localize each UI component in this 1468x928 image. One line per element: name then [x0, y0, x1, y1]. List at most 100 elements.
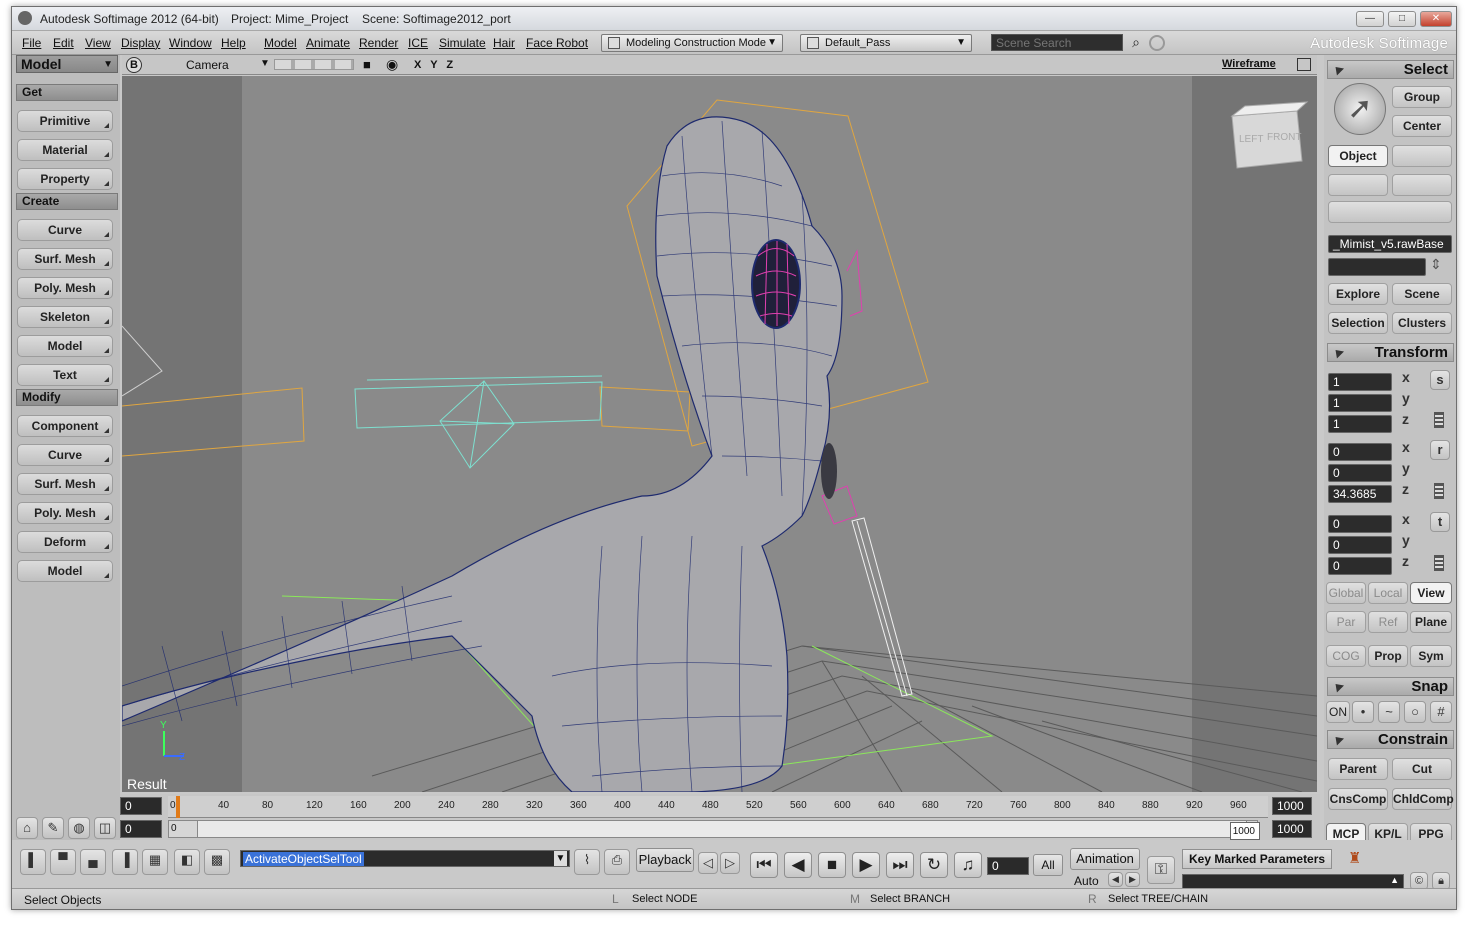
- object-name-field-2[interactable]: [1328, 258, 1426, 276]
- menu-simulate[interactable]: Simulate: [439, 36, 486, 50]
- select-blank-button[interactable]: [1392, 145, 1452, 167]
- selection-button[interactable]: Selection: [1328, 312, 1388, 334]
- clusters-button[interactable]: Clusters: [1392, 312, 1452, 334]
- current-frame-field[interactable]: 0: [987, 857, 1029, 875]
- animation-menu-button[interactable]: Animation: [1070, 848, 1140, 870]
- menu-view[interactable]: View: [85, 36, 111, 50]
- search-icon[interactable]: ⌕: [1127, 34, 1145, 52]
- menu-window[interactable]: Window: [169, 36, 212, 50]
- cog-button[interactable]: COG: [1326, 645, 1366, 667]
- play-backward-icon[interactable]: ◀: [784, 852, 812, 878]
- timeline-ruler[interactable]: 0 40 80 120 160 200 240 280 320 360 400 …: [168, 796, 1268, 818]
- create-poly-mesh-button[interactable]: Poly. Mesh: [17, 277, 113, 299]
- section-get[interactable]: Get: [16, 84, 118, 101]
- maximize-button[interactable]: □: [1388, 11, 1416, 27]
- camera-selector[interactable]: Camera: [186, 58, 229, 72]
- menu-edit[interactable]: Edit: [53, 36, 74, 50]
- section-modify[interactable]: Modify: [16, 389, 118, 406]
- chldcomp-button[interactable]: ChldComp: [1392, 788, 1454, 810]
- scale-y-field[interactable]: 1: [1328, 394, 1392, 412]
- chevron-up-icon[interactable]: ▲: [1390, 875, 1399, 885]
- layout-top-icon[interactable]: ▀: [50, 849, 76, 875]
- last-frame-icon[interactable]: ⏭: [886, 852, 914, 878]
- rotate-button[interactable]: r: [1430, 440, 1450, 460]
- snap-on-button[interactable]: ON: [1326, 701, 1350, 723]
- chevron-down-icon[interactable]: ▼: [260, 58, 270, 69]
- next-arrow-icon[interactable]: ▶: [1125, 872, 1140, 887]
- range-end-a[interactable]: 1000: [1230, 822, 1260, 840]
- layout-right-icon[interactable]: ▐: [112, 849, 138, 875]
- play-forward-icon[interactable]: ▶: [852, 852, 880, 878]
- snap-header[interactable]: Snap: [1327, 677, 1454, 696]
- translation-y-field[interactable]: 0: [1328, 536, 1392, 554]
- menu-face-robot[interactable]: Face Robot: [526, 36, 588, 50]
- range-end-field[interactable]: 1000: [1272, 820, 1312, 838]
- range-handle[interactable]: [197, 821, 1247, 837]
- display-mode-menu[interactable]: Wireframe: [1222, 58, 1276, 70]
- layout-custom-icon[interactable]: ▩: [204, 849, 230, 875]
- menu-file[interactable]: File: [22, 36, 41, 50]
- select-blank-button-2[interactable]: [1328, 174, 1388, 196]
- modify-poly-mesh-button[interactable]: Poly. Mesh: [17, 502, 113, 524]
- select-header[interactable]: Select: [1327, 60, 1454, 79]
- split-view-icon[interactable]: ◫: [94, 817, 116, 839]
- construction-mode-dropdown[interactable]: Modeling Construction Mode ▼: [601, 34, 783, 52]
- material-button[interactable]: Material: [17, 139, 113, 161]
- script-icon[interactable]: ⌇: [574, 849, 600, 875]
- globe-icon[interactable]: ◍: [68, 817, 90, 839]
- axis-toggles[interactable]: X Y Z: [414, 59, 456, 71]
- scale-x-field[interactable]: 1: [1328, 373, 1392, 391]
- deform-button[interactable]: Deform: [17, 531, 113, 553]
- brush-icon[interactable]: ✎: [42, 817, 64, 839]
- auto-key-button[interactable]: Auto: [1074, 874, 1099, 888]
- snap-point-icon[interactable]: •: [1352, 701, 1374, 723]
- export-icon[interactable]: ⎙: [604, 849, 630, 875]
- clear-search-icon[interactable]: [1149, 35, 1165, 51]
- scale-z-label[interactable]: z: [1402, 411, 1409, 427]
- range-slider[interactable]: 0: [168, 820, 1258, 838]
- object-name-field[interactable]: _Mimist_v5.rawBase: [1328, 235, 1452, 253]
- keyset-field[interactable]: ▲: [1182, 874, 1404, 889]
- scene-button[interactable]: Scene: [1392, 283, 1452, 305]
- stop-icon[interactable]: ■: [818, 852, 846, 878]
- translation-y-label[interactable]: y: [1402, 532, 1410, 548]
- timeline-end-field[interactable]: 1000: [1272, 797, 1312, 815]
- rotation-y-field[interactable]: 0: [1328, 464, 1392, 482]
- layout-icon[interactable]: ⌂: [16, 817, 38, 839]
- prev-arrow-icon[interactable]: ◀: [1108, 872, 1123, 887]
- layout-bottom-icon[interactable]: ▄: [80, 849, 106, 875]
- rotation-lock-icon[interactable]: [1434, 483, 1444, 499]
- pass-dropdown[interactable]: Default_Pass ▼: [800, 34, 972, 52]
- scale-x-label[interactable]: x: [1402, 369, 1410, 385]
- parent-button[interactable]: Parent: [1328, 758, 1388, 780]
- translate-button[interactable]: t: [1430, 512, 1450, 532]
- eye-icon[interactable]: ◉: [386, 56, 398, 73]
- character-key-icon[interactable]: ♜: [1348, 849, 1361, 867]
- toolbar-selector[interactable]: Model ▼: [16, 55, 118, 73]
- minimize-button[interactable]: —: [1356, 11, 1384, 27]
- scale-lock-icon[interactable]: [1434, 412, 1444, 428]
- snap-grid-icon[interactable]: #: [1430, 701, 1452, 723]
- prev-key-icon[interactable]: ◁: [698, 852, 718, 874]
- component-button[interactable]: Component: [17, 415, 113, 437]
- view-button[interactable]: View: [1410, 582, 1452, 604]
- scale-y-label[interactable]: y: [1402, 390, 1410, 406]
- primitive-button[interactable]: Primitive: [17, 110, 113, 132]
- scene-search-input[interactable]: [991, 34, 1123, 51]
- arrows-icon[interactable]: ⇕: [1430, 256, 1442, 273]
- layout-quad-icon[interactable]: ▦: [142, 849, 168, 875]
- constrain-header[interactable]: Constrain: [1327, 730, 1454, 749]
- local-button[interactable]: Local: [1368, 582, 1408, 604]
- key-marked-parameters-button[interactable]: Key Marked Parameters: [1182, 849, 1332, 869]
- global-button[interactable]: Global: [1326, 582, 1366, 604]
- sym-button[interactable]: Sym: [1410, 645, 1452, 667]
- text-button[interactable]: Text: [17, 364, 113, 386]
- menu-render[interactable]: Render: [359, 36, 398, 50]
- loop-icon[interactable]: ↻: [920, 852, 948, 878]
- rotation-z-field[interactable]: 34.3685: [1328, 485, 1392, 503]
- chevron-down-icon[interactable]: ▼: [554, 851, 567, 866]
- cut-button[interactable]: Cut: [1392, 758, 1452, 780]
- snap-curve-icon[interactable]: ~: [1378, 701, 1400, 723]
- cnscomp-button[interactable]: CnsComp: [1328, 788, 1388, 810]
- next-key-icon[interactable]: ▷: [720, 852, 740, 874]
